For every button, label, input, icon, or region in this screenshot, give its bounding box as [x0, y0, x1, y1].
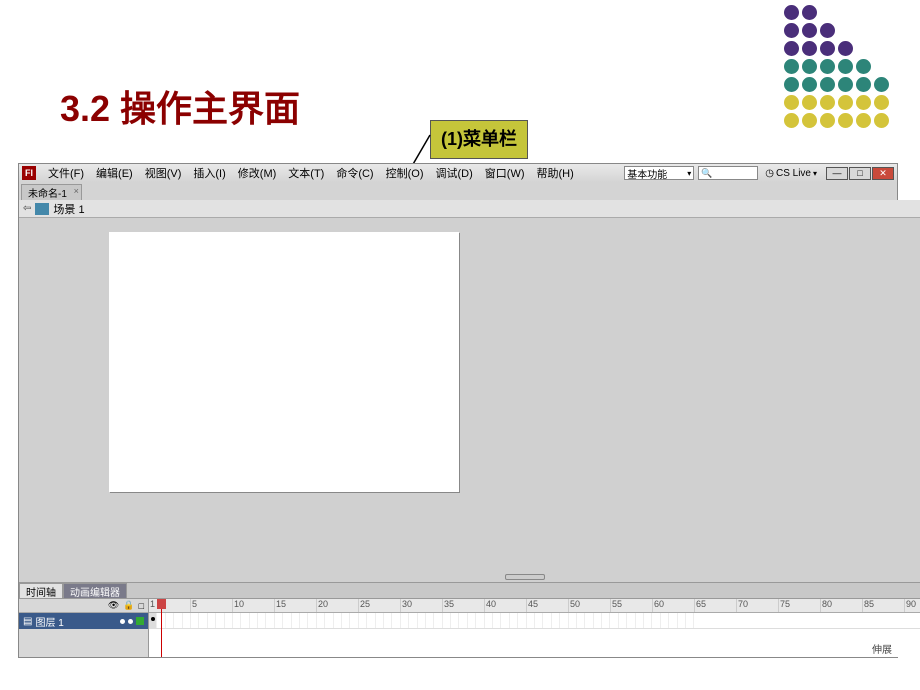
- window-minimize-button[interactable]: —: [826, 167, 848, 180]
- scene-icon: [35, 203, 49, 215]
- document-tab[interactable]: 未命名-1 ×: [21, 184, 82, 200]
- playhead[interactable]: [161, 599, 162, 657]
- scene-back-icon[interactable]: ⇦: [23, 203, 31, 214]
- menu-help[interactable]: 帮助(H): [533, 164, 578, 182]
- frame-row[interactable]: [149, 613, 920, 629]
- close-tab-icon[interactable]: ×: [74, 186, 79, 196]
- layer-panel: 👁 🔒 □ ▤图层 1: [19, 599, 149, 657]
- window-close-button[interactable]: ✕: [872, 167, 894, 180]
- menu-edit[interactable]: 编辑(E): [92, 164, 137, 182]
- visibility-icon[interactable]: 👁: [108, 600, 119, 611]
- frames-area[interactable]: 1510152025303540455055606570758085909510…: [149, 599, 920, 657]
- menu-file[interactable]: 文件(F): [44, 164, 88, 182]
- workspace-switcher[interactable]: 基本功能: [624, 166, 694, 180]
- layer-row[interactable]: ▤图层 1: [19, 613, 148, 629]
- menu-bar: Fl 文件(F) 编辑(E) 视图(V) 插入(I) 修改(M) 文本(T) 命…: [19, 164, 897, 182]
- timeline-panel: 时间轴 动画编辑器 👁 🔒 □ ▤图层 1: [19, 582, 920, 657]
- window-maximize-button[interactable]: □: [849, 167, 871, 180]
- annotation-menubar: (1)菜单栏: [430, 120, 528, 159]
- menu-text[interactable]: 文本(T): [284, 164, 328, 182]
- menu-view[interactable]: 视图(V): [141, 164, 186, 182]
- menu-control[interactable]: 控制(O): [382, 164, 428, 182]
- layer-header: 👁 🔒 □: [19, 599, 148, 613]
- menu-debug[interactable]: 调试(D): [432, 164, 477, 182]
- expand-label[interactable]: 伸展: [872, 641, 892, 656]
- document-tab-bar: 未命名-1 ×: [19, 182, 897, 200]
- stage-column: ⇦ 场景 1 🎬 ⚙ 100% 时间轴 动画编辑器: [19, 200, 920, 657]
- stage-area[interactable]: [19, 218, 920, 582]
- search-field[interactable]: [698, 166, 758, 180]
- decorative-dots: [784, 5, 892, 131]
- menu-commands[interactable]: 命令(C): [332, 164, 377, 182]
- stage-canvas[interactable]: [109, 232, 459, 492]
- menu-insert[interactable]: 插入(I): [189, 164, 229, 182]
- slide-title: 3.2 操作主界面: [60, 80, 300, 132]
- menu-window[interactable]: 窗口(W): [481, 164, 529, 182]
- frame-ruler: 1510152025303540455055606570758085909510…: [149, 599, 920, 613]
- flash-logo-icon: Fl: [22, 166, 36, 180]
- scene-name[interactable]: 场景 1: [53, 201, 84, 217]
- tab-timeline[interactable]: 时间轴: [19, 583, 63, 598]
- panel-resize-handle[interactable]: [505, 574, 545, 580]
- flash-window: Fl 文件(F) 编辑(E) 视图(V) 插入(I) 修改(M) 文本(T) 命…: [18, 163, 898, 658]
- outline-icon[interactable]: □: [139, 601, 144, 611]
- layer-name: 图层 1: [35, 614, 63, 629]
- cslive-button[interactable]: ◷CS Live▾: [762, 168, 820, 179]
- scene-bar: ⇦ 场景 1 🎬 ⚙ 100%: [19, 200, 920, 218]
- document-tab-label: 未命名-1: [28, 185, 67, 200]
- menu-modify[interactable]: 修改(M): [234, 164, 281, 182]
- lock-icon[interactable]: 🔒: [123, 600, 134, 611]
- tab-motion-editor[interactable]: 动画编辑器: [63, 583, 127, 598]
